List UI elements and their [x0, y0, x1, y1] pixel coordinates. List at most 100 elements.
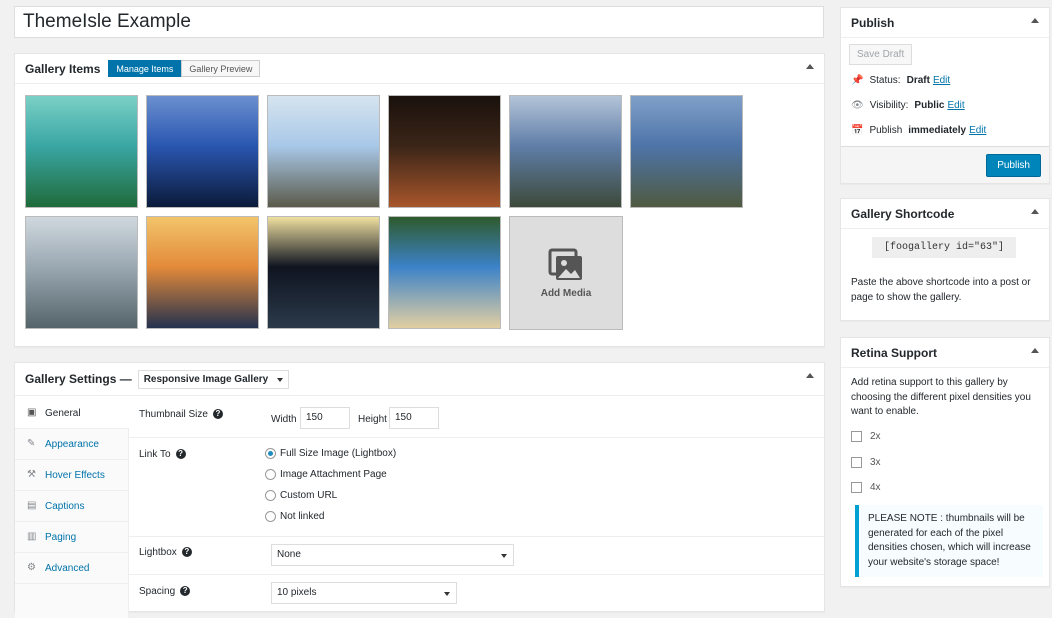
template-select-value: Responsive Image Gallery: [143, 373, 269, 385]
link-to-option[interactable]: Image Attachment Page: [265, 469, 387, 480]
tab-captions[interactable]: ▤ Captions: [15, 491, 128, 522]
tab-manage-items[interactable]: Manage Items: [108, 60, 182, 77]
publish-value: immediately: [908, 125, 967, 136]
tab-label: General: [45, 407, 81, 419]
publish-button[interactable]: Publish: [986, 154, 1041, 177]
save-draft-button[interactable]: Save Draft: [849, 44, 913, 65]
gallery-thumbnail-palm-beach[interactable]: [388, 216, 501, 329]
gallery-items-box: Gallery Items Manage Items Gallery Previ…: [14, 53, 825, 347]
media-icon: [548, 248, 582, 280]
chevron-down-icon: [501, 554, 507, 558]
link-to-option[interactable]: Full Size Image (Lightbox): [265, 448, 396, 459]
help-icon[interactable]: ?: [181, 547, 192, 558]
thumbnail-width-input[interactable]: 150: [300, 407, 350, 429]
lightbox-label: Lightbox: [139, 547, 177, 558]
publish-title: Publish: [851, 15, 895, 30]
spacing-select[interactable]: 10 pixels: [271, 582, 457, 604]
settings-vertical-tabs: ▣ General ✎ Appearance ⚒ Hover Effects ▤ Captio…: [15, 398, 129, 618]
retina-option-4x[interactable]: 4x: [851, 482, 881, 493]
tab-gallery-preview[interactable]: Gallery Preview: [181, 60, 261, 77]
collapse-arrow-icon[interactable]: [1031, 209, 1039, 214]
radio-label: Not linked: [280, 511, 325, 522]
checkbox[interactable]: [851, 431, 862, 442]
thumbnail-height-input[interactable]: 150: [389, 407, 439, 429]
template-select[interactable]: Responsive Image Gallery: [137, 369, 290, 389]
radio-button[interactable]: [265, 511, 276, 522]
paging-icon: ▥: [27, 531, 37, 542]
gear-icon: ⚙: [27, 562, 36, 573]
tab-hover-effects[interactable]: ⚒ Hover Effects: [15, 460, 128, 491]
tab-appearance[interactable]: ✎ Appearance: [15, 429, 128, 460]
collapse-arrow-icon[interactable]: [806, 373, 814, 378]
chevron-down-icon: [444, 592, 450, 596]
thumbnail-size-label: Thumbnail Size: [139, 409, 208, 420]
radio-label: Image Attachment Page: [280, 469, 387, 480]
collapse-arrow-icon[interactable]: [1031, 348, 1039, 353]
status-value: Draft: [906, 75, 930, 86]
brush-icon: ✎: [27, 438, 36, 449]
gallery-thumbnail-sunset-shore[interactable]: [146, 216, 259, 329]
tab-label: Paging: [45, 531, 77, 543]
tab-label: Appearance: [45, 438, 99, 450]
tab-general[interactable]: ▣ General: [15, 398, 129, 429]
gallery-thumbnail-tropical-beach[interactable]: [25, 95, 138, 208]
gallery-thumbnail-mountain-clouds[interactable]: [509, 95, 622, 208]
help-icon[interactable]: ?: [180, 586, 191, 597]
lightbox-select[interactable]: None: [271, 544, 514, 566]
gallery-thumbnail-mountain-ridge[interactable]: [630, 95, 743, 208]
status-edit-link[interactable]: Edit: [933, 75, 950, 86]
tab-label: Hover Effects: [45, 469, 105, 481]
checkbox[interactable]: [851, 482, 862, 493]
retina-option-2x[interactable]: 2x: [851, 431, 881, 442]
retina-header: Retina Support: [841, 338, 1049, 368]
help-icon[interactable]: ?: [175, 449, 186, 460]
collapse-arrow-icon[interactable]: [1031, 18, 1039, 23]
radio-button[interactable]: [265, 490, 276, 501]
retina-note: PLEASE NOTE : thumbnails will be generat…: [855, 505, 1043, 577]
add-media-button[interactable]: Add Media: [509, 216, 623, 330]
publish-footer: Publish: [841, 146, 1049, 183]
radio-button[interactable]: [265, 448, 276, 459]
gallery-items-title: Gallery Items: [25, 61, 101, 76]
tab-label: Captions: [45, 500, 85, 512]
retina-title: Retina Support: [851, 345, 937, 360]
row-link-to: Link To? Full Size Image (Lightbox) Image…: [129, 438, 824, 537]
shortcode-code[interactable]: [foogallery id="63"]: [872, 237, 1017, 258]
captions-icon: ▤: [27, 500, 37, 511]
gallery-thumbnail-valley-sky[interactable]: [267, 95, 380, 208]
checkbox-label: 3x: [870, 456, 881, 468]
radio-label: Full Size Image (Lightbox): [280, 448, 397, 459]
calendar-icon: 📅: [851, 125, 864, 136]
collapse-arrow-icon[interactable]: [806, 64, 814, 69]
gallery-thumbnail-stormy-sea[interactable]: [25, 216, 138, 329]
status-label: Status:: [869, 75, 901, 86]
gallery-settings-title: Gallery Settings —: [25, 372, 132, 386]
add-media-label: Add Media: [540, 287, 592, 299]
gallery-settings-box: Gallery Settings — Responsive Image Gall…: [14, 362, 825, 618]
gallery-thumbnail-hiker-silhouette[interactable]: [146, 95, 259, 208]
post-title-input[interactable]: ThemeIsle Example: [14, 6, 824, 38]
shortcode-description: Paste the above shortcode into a post or…: [851, 277, 1031, 303]
visibility-value: Public: [914, 100, 945, 111]
publish-edit-link[interactable]: Edit: [969, 125, 986, 136]
retina-option-3x[interactable]: 3x: [851, 456, 881, 468]
retina-description: Add retina support to this gallery by ch…: [851, 377, 1031, 417]
radio-button[interactable]: [265, 469, 276, 480]
shortcode-header: Gallery Shortcode: [841, 199, 1049, 229]
spacing-select-value: 10 pixels: [277, 587, 317, 598]
checkbox[interactable]: [851, 456, 862, 468]
gallery-thumbnail-night-market[interactable]: [267, 216, 380, 329]
link-to-option[interactable]: Not linked: [265, 511, 324, 522]
row-thumbnail-size: Thumbnail Size? Width 150 Height 150: [129, 398, 824, 438]
chevron-down-icon: [277, 377, 284, 382]
tab-paging[interactable]: ▥ Paging: [15, 522, 128, 553]
wrench-icon: ⚒: [27, 469, 36, 480]
link-to-option[interactable]: Custom URL: [265, 490, 337, 501]
help-icon[interactable]: ?: [212, 409, 223, 420]
visibility-edit-link[interactable]: Edit: [947, 100, 964, 111]
pin-icon: 📌: [851, 75, 864, 86]
spacing-label: Spacing: [139, 586, 176, 597]
gallery-thumbnail-night-street[interactable]: [388, 95, 501, 208]
height-label: Height: [358, 414, 387, 425]
tab-advanced[interactable]: ⚙ Advanced: [15, 553, 128, 584]
